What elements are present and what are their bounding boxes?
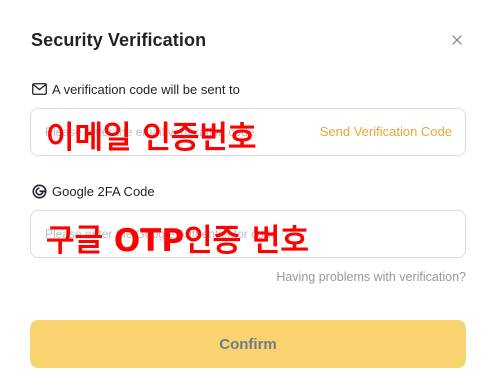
envelope-icon [31,81,47,97]
email-code-input-box[interactable]: Send Verification Code [30,108,466,156]
security-verification-dialog: Security Verification A verification cod… [0,0,493,388]
twofa-code-input[interactable] [45,211,445,257]
email-field-label-text: A verification code will be sent to [52,81,240,97]
twofa-field-label-text: Google 2FA Code [52,183,155,199]
verification-help-link[interactable]: Having problems with verification? [276,270,466,284]
twofa-field-label: Google 2FA Code [31,183,155,199]
google-icon [31,183,47,199]
email-code-input[interactable] [45,109,295,155]
twofa-code-input-box[interactable] [30,210,466,258]
confirm-button[interactable]: Confirm [30,320,466,368]
dialog-title: Security Verification [31,30,207,50]
close-icon[interactable] [448,31,466,49]
email-field-label: A verification code will be sent to [31,81,240,97]
send-verification-code-button[interactable]: Send Verification Code [320,124,452,139]
